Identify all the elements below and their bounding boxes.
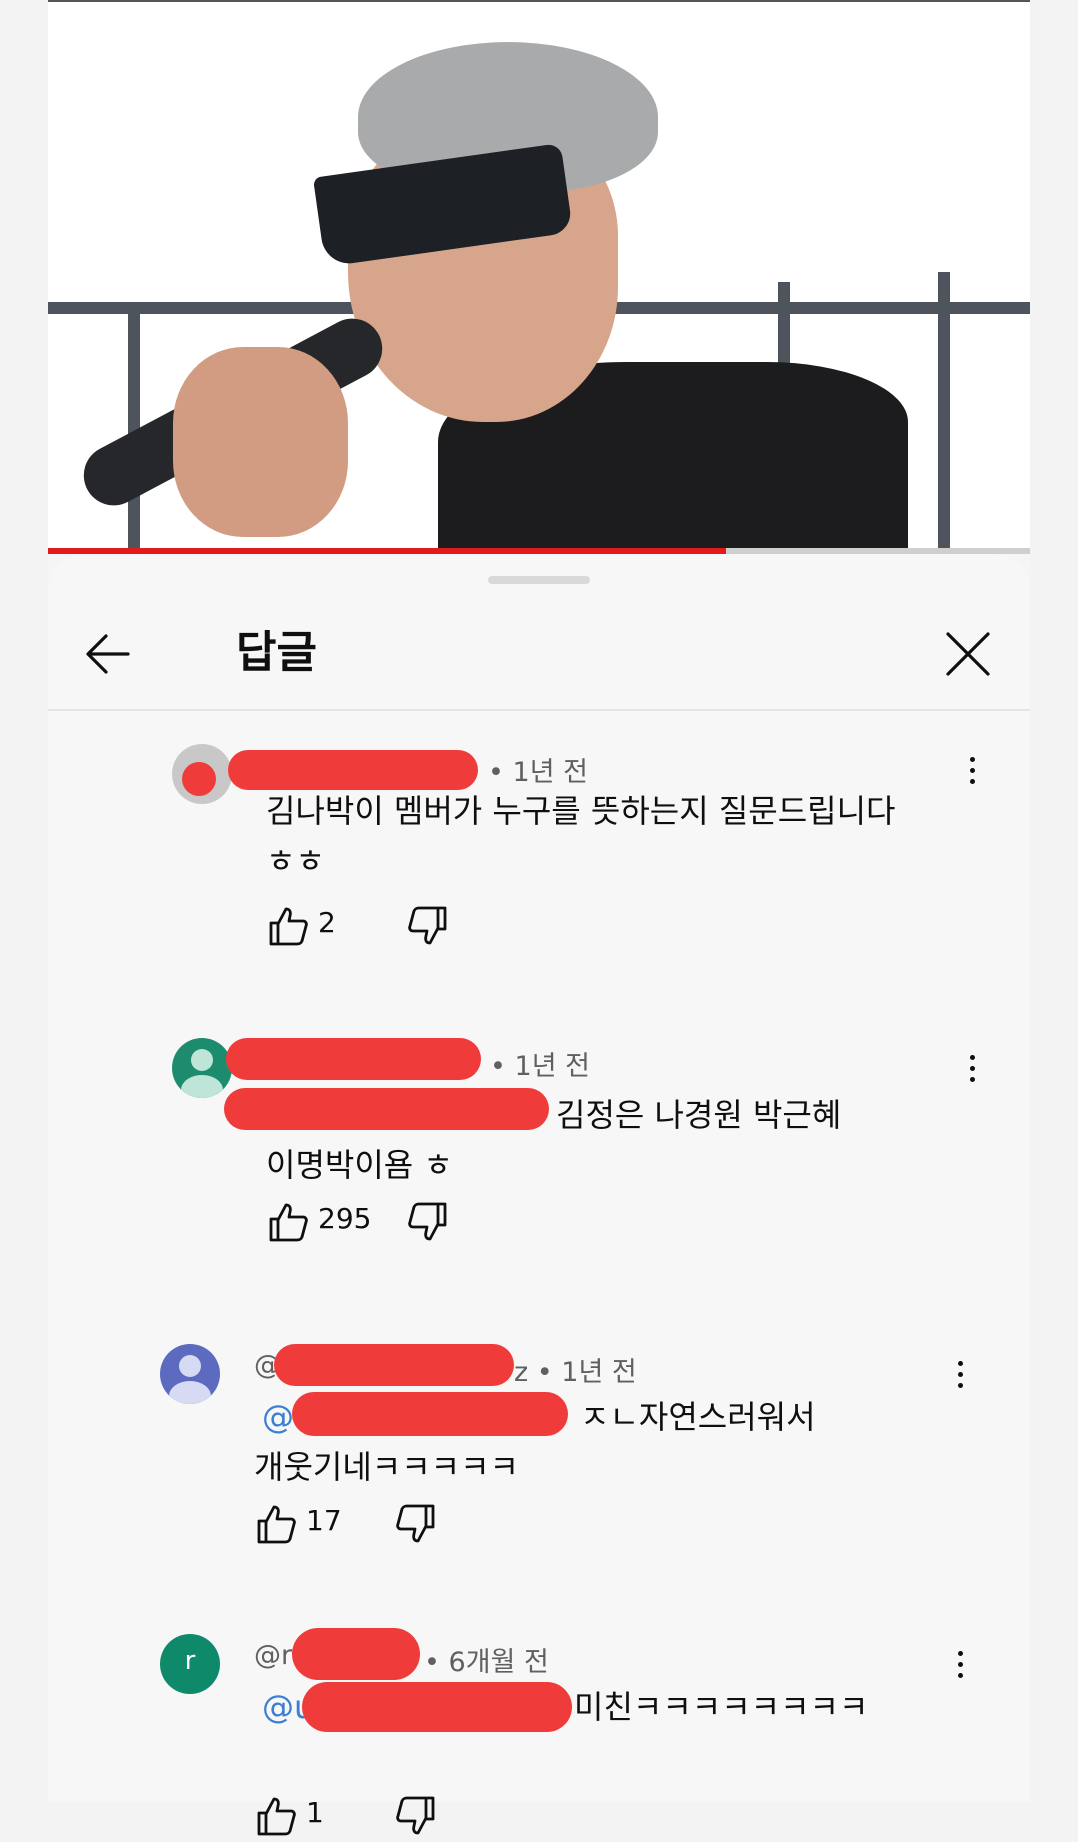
more-options-icon[interactable]: [950, 1358, 970, 1398]
like-count: 17: [306, 1504, 342, 1537]
replies-sheet: 답글 • 1년 전 김나박이 멤버가 누구를 뜻하는지 질문드립니다 ㅎㅎ 2: [48, 554, 1030, 1836]
like-count: 1: [306, 1796, 324, 1829]
comment-body: ㅈㄴ자연스러워서 개웃기네ㅋㅋㅋㅋㅋ: [254, 1398, 816, 1486]
thumbs-up-icon[interactable]: [254, 1794, 298, 1838]
singer-hand: [173, 347, 348, 537]
thumbs-down-icon[interactable]: [394, 1502, 438, 1546]
avatar-letter: r: [184, 1646, 196, 1676]
like-count: 2: [318, 906, 336, 939]
back-arrow-icon[interactable]: [80, 624, 140, 684]
comment-meta: • 1년 전: [490, 1051, 590, 1082]
more-options-icon[interactable]: [950, 1648, 970, 1688]
avatar[interactable]: [172, 1038, 232, 1098]
thumbs-down-icon[interactable]: [406, 1200, 450, 1244]
comment-time: 6개월 전: [448, 1647, 549, 1678]
railing-post: [938, 272, 950, 552]
redacted-username: [292, 1628, 420, 1680]
comment-author-suffix: z: [514, 1357, 529, 1388]
comment-text: 김정은 나경원 박근혜 이명박이욤 ㅎ: [266, 1090, 966, 1190]
comment-time: 1년 전: [561, 1357, 637, 1388]
comment-meta: • 6개월 전: [424, 1647, 549, 1678]
comment-time: 1년 전: [512, 757, 588, 788]
thumbs-down-icon[interactable]: [394, 1794, 438, 1838]
video-player[interactable]: [48, 2, 1030, 554]
like-count: 295: [318, 1202, 372, 1235]
more-options-icon[interactable]: [962, 754, 982, 794]
avatar[interactable]: [160, 1344, 220, 1404]
avatar[interactable]: r: [160, 1634, 220, 1694]
thumbs-up-icon[interactable]: [266, 1200, 310, 1244]
comment-text: 미친ㅋㅋㅋㅋㅋㅋㅋㅋ: [254, 1682, 954, 1732]
comment-text: 김나박이 멤버가 누구를 뜻하는지 질문드립니다 ㅎㅎ: [266, 792, 896, 880]
redacted-username: [228, 750, 478, 790]
comment-body: 미친ㅋㅋㅋㅋㅋㅋㅋㅋ: [574, 1688, 869, 1726]
avatar[interactable]: [172, 744, 232, 804]
redacted-username: [274, 1344, 514, 1386]
thumbs-up-icon[interactable]: [266, 904, 310, 948]
close-icon[interactable]: [938, 624, 998, 684]
header-divider: [48, 709, 1030, 711]
comment-author-prefix: @r: [254, 1640, 293, 1671]
more-options-icon[interactable]: [962, 1052, 982, 1092]
comment-meta: • 1년 전: [488, 757, 588, 788]
comment-meta: z • 1년 전: [514, 1357, 637, 1388]
sheet-title: 답글: [236, 627, 317, 678]
comment-time: 1년 전: [514, 1051, 590, 1082]
redacted-username: [226, 1038, 481, 1080]
thumbs-down-icon[interactable]: [406, 904, 450, 948]
drag-handle[interactable]: [488, 576, 590, 584]
thumbs-up-icon[interactable]: [254, 1502, 298, 1546]
comment-body: 김정은 나경원 박근혜 이명박이욤 ㅎ: [266, 1096, 842, 1184]
comment-text: ㅈㄴ자연스러워서 개웃기네ㅋㅋㅋㅋㅋ: [254, 1392, 954, 1492]
